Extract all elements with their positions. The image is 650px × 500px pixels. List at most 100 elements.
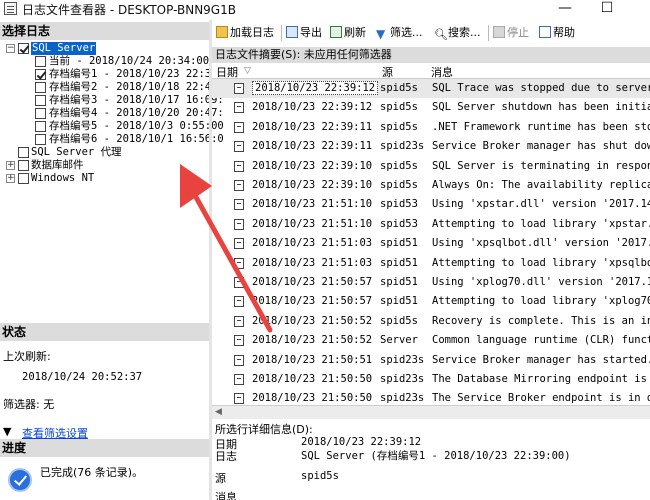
checkbox-current[interactable] bbox=[35, 56, 46, 67]
cell-message: Recovery is complete. This is an inform bbox=[432, 314, 650, 327]
expand-icon[interactable]: + bbox=[6, 174, 15, 183]
funnel-icon: ▼ bbox=[376, 27, 386, 41]
column-source[interactable]: 源 bbox=[382, 64, 393, 80]
toolbar-separator bbox=[488, 25, 489, 41]
tree-item-label: SQL Server 代理 bbox=[31, 146, 122, 158]
table-row[interactable]: 2018/10/23 22:39:11 spid23s Service Broker… bbox=[212, 137, 650, 156]
cell-date: 2018/10/23 22:39:12 bbox=[252, 101, 373, 114]
log-summary-bar: 日志文件摘要(S): 未应用任何筛选器 bbox=[212, 47, 650, 63]
export-label: 导出 bbox=[300, 26, 322, 39]
table-row[interactable]: 2018/10/23 22:39:12 spid5s SQL Trace was s… bbox=[212, 79, 650, 99]
horizontal-scrollbar[interactable]: ◀ bbox=[212, 405, 650, 419]
tree-item-label: 存档编号3 - 2018/10/17 16:09: bbox=[49, 94, 224, 106]
cell-source: Server bbox=[380, 334, 418, 347]
sort-arrow-icon: ▽ bbox=[244, 66, 251, 76]
filter-button[interactable]: ▼ 筛选... bbox=[376, 25, 423, 41]
folder-icon bbox=[216, 26, 228, 38]
checkbox-archive-3[interactable] bbox=[35, 95, 46, 106]
cell-source: spid23s bbox=[380, 140, 425, 153]
cell-source: spid5s bbox=[380, 82, 418, 94]
tree-item-archive-2[interactable]: 存档编号2 - 2018/10/18 22:43: bbox=[0, 81, 224, 94]
tree-item-archive-6[interactable]: 存档编号6 - 2018/10/1 16:56:0 bbox=[0, 133, 224, 146]
log-viewer-app-icon bbox=[4, 2, 17, 15]
help-label: 帮助 bbox=[553, 26, 575, 39]
column-message[interactable]: 消息 bbox=[431, 64, 453, 80]
filter-icon: ▼ bbox=[3, 425, 12, 438]
table-row[interactable]: 2018/10/23 21:50:50 spid23s The Service Br… bbox=[212, 389, 650, 405]
checkbox-archive-5[interactable] bbox=[35, 121, 46, 132]
tree-item-label: 存档编号1 - 2018/10/23 22:39: bbox=[49, 68, 224, 80]
tree-item-sql-agent[interactable]: SQL Server 代理 bbox=[0, 146, 210, 159]
cell-message: Service Broker manager has shut down. bbox=[432, 140, 650, 153]
cell-source: spid5s bbox=[380, 159, 418, 172]
cell-source: spid23s bbox=[380, 353, 425, 366]
filter-button-label: 筛选... bbox=[390, 26, 423, 39]
tree-item-label: 当前 - 2018/10/24 20:34:00 bbox=[49, 55, 210, 67]
selected-row-details: 所选行详细信息(D): 日期 2018/10/23 22:39:12 日志 SQ… bbox=[212, 420, 650, 500]
checkbox-windows-nt[interactable] bbox=[18, 173, 29, 184]
log-entry-icon bbox=[234, 374, 244, 385]
cell-message: Attempting to load library 'xpstar.dll' bbox=[432, 217, 650, 230]
log-entry-icon bbox=[234, 335, 244, 347]
cell-message: Service Broker manager has started. bbox=[432, 353, 650, 366]
tree-item-label: Windows NT bbox=[31, 172, 95, 184]
search-button[interactable]: 🔍︎搜索... bbox=[434, 25, 481, 41]
maximize-button[interactable]: ☐ bbox=[592, 0, 622, 18]
cell-date: 2018/10/23 21:50:50 bbox=[252, 392, 373, 405]
minimize-button[interactable]: — bbox=[550, 0, 580, 18]
table-row[interactable]: 2018/10/23 22:39:11 spid5s .NET Framework … bbox=[212, 118, 650, 137]
tree-item-label: 存档编号6 - 2018/10/1 16:56:0 bbox=[49, 133, 224, 145]
search-label: 搜索... bbox=[448, 26, 481, 39]
refresh-button[interactable]: 刷新 bbox=[330, 25, 366, 41]
details-source-label: 源 bbox=[215, 472, 226, 485]
scroll-left-icon[interactable]: ◀ bbox=[215, 407, 222, 417]
tree-item-archive-3[interactable]: 存档编号3 - 2018/10/17 16:09: bbox=[0, 94, 224, 107]
load-log-label: 加载日志 bbox=[230, 26, 274, 39]
log-entry-icon bbox=[234, 102, 244, 114]
tree-item-archive-4[interactable]: 存档编号4 - 2018/10/20 20:47: bbox=[0, 107, 224, 120]
checkbox-archive-2[interactable] bbox=[35, 82, 46, 93]
tree-item-current[interactable]: 当前 - 2018/10/24 20:34:00 bbox=[0, 55, 210, 68]
table-row[interactable]: 2018/10/23 22:39:12 spid5s SQL Server shut… bbox=[212, 98, 650, 117]
annotation-arrow-icon bbox=[180, 164, 273, 333]
checkbox-db-mail[interactable] bbox=[18, 160, 29, 171]
table-row[interactable]: 2018/10/23 21:50:51 spid23s Service Broker… bbox=[212, 351, 650, 370]
cell-source: spid23s bbox=[380, 392, 425, 405]
cell-source: spid23s bbox=[380, 373, 425, 385]
column-date[interactable]: 日期 bbox=[216, 64, 238, 80]
collapse-icon[interactable]: − bbox=[6, 44, 15, 53]
expand-icon[interactable]: + bbox=[6, 161, 15, 170]
cell-message: Attempting to load library 'xpsqlbot.dl bbox=[432, 256, 650, 269]
tree-item-label: 数据库邮件 bbox=[31, 159, 84, 171]
table-row[interactable]: 2018/10/23 21:50:50 spid23s The Database M… bbox=[212, 370, 650, 389]
log-entry-icon bbox=[234, 393, 244, 405]
checkbox-sql-agent[interactable] bbox=[18, 147, 29, 158]
cell-message: The Database Mirroring endpoint is in d bbox=[432, 373, 650, 385]
filter-label: 筛选器: 无 bbox=[3, 398, 55, 411]
stop-button[interactable]: 停止 bbox=[493, 25, 529, 41]
checkbox-sql-server[interactable] bbox=[18, 43, 29, 54]
checkbox-archive-4[interactable] bbox=[35, 108, 46, 119]
cell-source: spid51 bbox=[380, 276, 418, 288]
export-button[interactable]: 导出 bbox=[286, 25, 322, 41]
help-button[interactable]: 帮助 bbox=[539, 25, 575, 41]
checkbox-archive-6[interactable] bbox=[35, 134, 46, 145]
tree-item-label: 存档编号5 - 2018/10/3 0:55:00 bbox=[49, 120, 224, 132]
cell-date: 2018/10/23 22:39:12 bbox=[252, 81, 379, 95]
tree-item-sql-server[interactable]: − SQL Server bbox=[0, 42, 210, 55]
cell-source: spid53 bbox=[380, 217, 418, 230]
tree-item-archive-5[interactable]: 存档编号5 - 2018/10/3 0:55:00 bbox=[0, 120, 224, 133]
tree-item-label: SQL Server bbox=[31, 42, 97, 55]
log-entry-icon bbox=[234, 121, 244, 133]
checkbox-archive-1[interactable] bbox=[35, 69, 46, 80]
tree-item-label: 存档编号2 - 2018/10/18 22:43: bbox=[49, 81, 224, 93]
load-log-button[interactable]: 加载日志 bbox=[216, 25, 274, 41]
details-message-label: 消息 bbox=[215, 491, 237, 500]
cell-message: .NET Framework runtime has been stopped bbox=[432, 120, 650, 133]
refresh-label: 刷新 bbox=[344, 26, 366, 39]
cell-date: 2018/10/23 21:50:51 bbox=[252, 353, 373, 366]
tree-item-archive-1[interactable]: 存档编号1 - 2018/10/23 22:39: bbox=[0, 68, 224, 81]
cell-source: spid5s bbox=[380, 314, 418, 327]
title-bar: 日志文件查看器 - DESKTOP-BNN9G1B — ☐ bbox=[0, 0, 650, 18]
details-log-value: SQL Server (存档编号1 - 2018/10/23 22:39:00) bbox=[301, 450, 571, 462]
